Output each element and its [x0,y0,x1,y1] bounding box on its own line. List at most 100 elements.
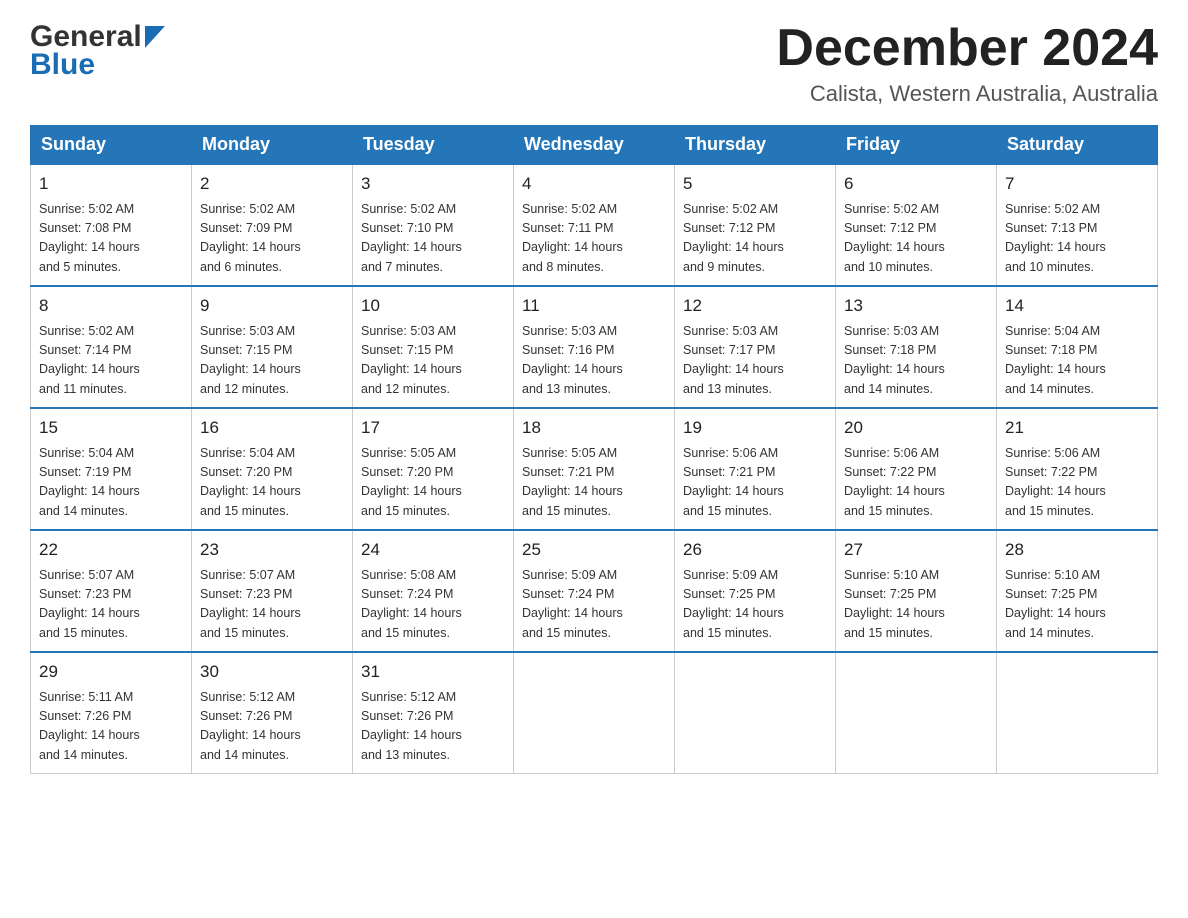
day-number: 27 [844,537,988,563]
day-info: Sunrise: 5:03 AM Sunset: 7:18 PM Dayligh… [844,322,988,400]
calendar-cell: 25 Sunrise: 5:09 AM Sunset: 7:24 PM Dayl… [514,530,675,652]
calendar-cell: 30 Sunrise: 5:12 AM Sunset: 7:26 PM Dayl… [192,652,353,774]
col-header-wednesday: Wednesday [514,126,675,165]
page-header: General Blue December 2024 Calista, West… [30,20,1158,107]
calendar-week-1: 1 Sunrise: 5:02 AM Sunset: 7:08 PM Dayli… [31,164,1158,286]
calendar-cell: 22 Sunrise: 5:07 AM Sunset: 7:23 PM Dayl… [31,530,192,652]
day-info: Sunrise: 5:12 AM Sunset: 7:26 PM Dayligh… [200,688,344,766]
day-number: 2 [200,171,344,197]
day-info: Sunrise: 5:02 AM Sunset: 7:11 PM Dayligh… [522,200,666,278]
day-number: 15 [39,415,183,441]
title-area: December 2024 Calista, Western Australia… [776,20,1158,107]
calendar-table: SundayMondayTuesdayWednesdayThursdayFrid… [30,125,1158,774]
calendar-cell: 24 Sunrise: 5:08 AM Sunset: 7:24 PM Dayl… [353,530,514,652]
day-number: 10 [361,293,505,319]
day-number: 5 [683,171,827,197]
calendar-cell: 29 Sunrise: 5:11 AM Sunset: 7:26 PM Dayl… [31,652,192,774]
day-info: Sunrise: 5:02 AM Sunset: 7:14 PM Dayligh… [39,322,183,400]
day-number: 23 [200,537,344,563]
col-header-thursday: Thursday [675,126,836,165]
calendar-cell: 10 Sunrise: 5:03 AM Sunset: 7:15 PM Dayl… [353,286,514,408]
day-info: Sunrise: 5:11 AM Sunset: 7:26 PM Dayligh… [39,688,183,766]
calendar-cell: 3 Sunrise: 5:02 AM Sunset: 7:10 PM Dayli… [353,164,514,286]
calendar-header-row: SundayMondayTuesdayWednesdayThursdayFrid… [31,126,1158,165]
day-number: 24 [361,537,505,563]
day-number: 18 [522,415,666,441]
calendar-cell: 20 Sunrise: 5:06 AM Sunset: 7:22 PM Dayl… [836,408,997,530]
col-header-friday: Friday [836,126,997,165]
calendar-week-2: 8 Sunrise: 5:02 AM Sunset: 7:14 PM Dayli… [31,286,1158,408]
calendar-cell [514,652,675,774]
day-info: Sunrise: 5:03 AM Sunset: 7:15 PM Dayligh… [200,322,344,400]
day-info: Sunrise: 5:04 AM Sunset: 7:20 PM Dayligh… [200,444,344,522]
day-info: Sunrise: 5:10 AM Sunset: 7:25 PM Dayligh… [844,566,988,644]
day-number: 31 [361,659,505,685]
calendar-week-5: 29 Sunrise: 5:11 AM Sunset: 7:26 PM Dayl… [31,652,1158,774]
day-number: 3 [361,171,505,197]
day-info: Sunrise: 5:10 AM Sunset: 7:25 PM Dayligh… [1005,566,1149,644]
calendar-cell: 14 Sunrise: 5:04 AM Sunset: 7:18 PM Dayl… [997,286,1158,408]
day-number: 1 [39,171,183,197]
day-number: 9 [200,293,344,319]
day-number: 20 [844,415,988,441]
col-header-monday: Monday [192,126,353,165]
calendar-week-4: 22 Sunrise: 5:07 AM Sunset: 7:23 PM Dayl… [31,530,1158,652]
col-header-saturday: Saturday [997,126,1158,165]
calendar-cell: 16 Sunrise: 5:04 AM Sunset: 7:20 PM Dayl… [192,408,353,530]
day-number: 11 [522,293,666,319]
location-text: Calista, Western Australia, Australia [776,81,1158,107]
day-info: Sunrise: 5:02 AM Sunset: 7:10 PM Dayligh… [361,200,505,278]
day-info: Sunrise: 5:05 AM Sunset: 7:21 PM Dayligh… [522,444,666,522]
calendar-cell: 6 Sunrise: 5:02 AM Sunset: 7:12 PM Dayli… [836,164,997,286]
day-info: Sunrise: 5:03 AM Sunset: 7:16 PM Dayligh… [522,322,666,400]
day-number: 25 [522,537,666,563]
calendar-cell: 4 Sunrise: 5:02 AM Sunset: 7:11 PM Dayli… [514,164,675,286]
calendar-cell: 27 Sunrise: 5:10 AM Sunset: 7:25 PM Dayl… [836,530,997,652]
day-info: Sunrise: 5:07 AM Sunset: 7:23 PM Dayligh… [200,566,344,644]
day-info: Sunrise: 5:02 AM Sunset: 7:12 PM Dayligh… [683,200,827,278]
calendar-cell: 8 Sunrise: 5:02 AM Sunset: 7:14 PM Dayli… [31,286,192,408]
calendar-cell: 5 Sunrise: 5:02 AM Sunset: 7:12 PM Dayli… [675,164,836,286]
calendar-cell [675,652,836,774]
day-info: Sunrise: 5:12 AM Sunset: 7:26 PM Dayligh… [361,688,505,766]
day-info: Sunrise: 5:03 AM Sunset: 7:17 PM Dayligh… [683,322,827,400]
day-info: Sunrise: 5:06 AM Sunset: 7:21 PM Dayligh… [683,444,827,522]
day-number: 30 [200,659,344,685]
month-title: December 2024 [776,20,1158,77]
calendar-cell [836,652,997,774]
calendar-cell: 2 Sunrise: 5:02 AM Sunset: 7:09 PM Dayli… [192,164,353,286]
logo-blue-text: Blue [30,48,165,82]
day-info: Sunrise: 5:02 AM Sunset: 7:09 PM Dayligh… [200,200,344,278]
day-number: 8 [39,293,183,319]
calendar-cell: 23 Sunrise: 5:07 AM Sunset: 7:23 PM Dayl… [192,530,353,652]
day-number: 13 [844,293,988,319]
day-number: 28 [1005,537,1149,563]
day-info: Sunrise: 5:03 AM Sunset: 7:15 PM Dayligh… [361,322,505,400]
calendar-cell: 31 Sunrise: 5:12 AM Sunset: 7:26 PM Dayl… [353,652,514,774]
calendar-cell: 15 Sunrise: 5:04 AM Sunset: 7:19 PM Dayl… [31,408,192,530]
calendar-cell [997,652,1158,774]
day-info: Sunrise: 5:07 AM Sunset: 7:23 PM Dayligh… [39,566,183,644]
day-info: Sunrise: 5:05 AM Sunset: 7:20 PM Dayligh… [361,444,505,522]
day-number: 12 [683,293,827,319]
calendar-cell: 28 Sunrise: 5:10 AM Sunset: 7:25 PM Dayl… [997,530,1158,652]
day-number: 6 [844,171,988,197]
calendar-cell: 21 Sunrise: 5:06 AM Sunset: 7:22 PM Dayl… [997,408,1158,530]
day-info: Sunrise: 5:06 AM Sunset: 7:22 PM Dayligh… [844,444,988,522]
day-info: Sunrise: 5:02 AM Sunset: 7:13 PM Dayligh… [1005,200,1149,278]
day-info: Sunrise: 5:02 AM Sunset: 7:08 PM Dayligh… [39,200,183,278]
day-number: 29 [39,659,183,685]
day-info: Sunrise: 5:04 AM Sunset: 7:18 PM Dayligh… [1005,322,1149,400]
day-number: 21 [1005,415,1149,441]
calendar-week-3: 15 Sunrise: 5:04 AM Sunset: 7:19 PM Dayl… [31,408,1158,530]
day-number: 17 [361,415,505,441]
logo: General Blue [30,20,165,82]
col-header-sunday: Sunday [31,126,192,165]
calendar-cell: 26 Sunrise: 5:09 AM Sunset: 7:25 PM Dayl… [675,530,836,652]
calendar-cell: 18 Sunrise: 5:05 AM Sunset: 7:21 PM Dayl… [514,408,675,530]
day-info: Sunrise: 5:09 AM Sunset: 7:25 PM Dayligh… [683,566,827,644]
logo-arrow-icon [145,26,165,48]
calendar-cell: 13 Sunrise: 5:03 AM Sunset: 7:18 PM Dayl… [836,286,997,408]
day-number: 16 [200,415,344,441]
day-number: 19 [683,415,827,441]
